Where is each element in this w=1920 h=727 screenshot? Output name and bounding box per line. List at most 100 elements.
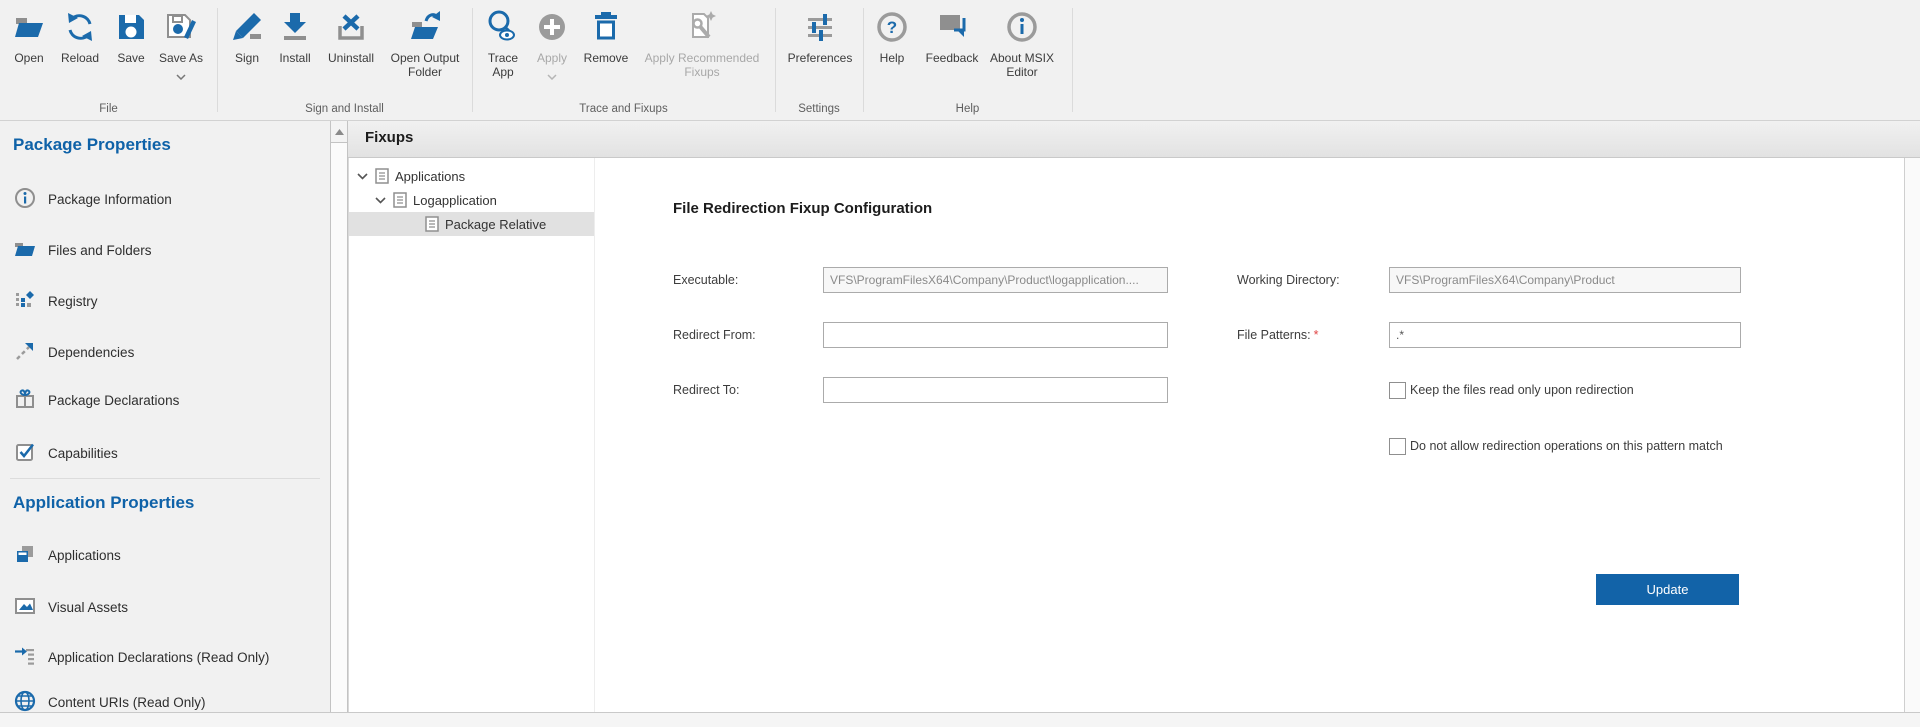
ribbon-separator — [217, 8, 218, 112]
sidebar-item-visual-assets[interactable]: Visual Assets — [14, 595, 128, 619]
keep-read-only-checkbox[interactable] — [1389, 382, 1406, 399]
ribbon-separator — [472, 8, 473, 112]
apply-recommended-fixups-label: Apply Recommended Fixups — [630, 51, 774, 79]
sign-pencil-icon — [229, 7, 265, 47]
help-question-icon: ? — [874, 7, 910, 47]
sidebar-item-application-declarations[interactable]: Application Declarations (Read Only) — [14, 645, 269, 669]
redirect-from-field[interactable] — [823, 322, 1168, 348]
application-properties-heading: Application Properties — [13, 493, 194, 513]
help-button[interactable]: ? Help — [871, 4, 913, 100]
executable-field[interactable] — [823, 267, 1168, 293]
fixups-panel-header: Fixups — [348, 121, 1920, 158]
uninstall-x-icon — [333, 7, 369, 47]
checked-box-icon — [14, 441, 36, 466]
sidebar-scrollbar[interactable] — [330, 121, 348, 712]
ribbon-separator — [863, 8, 864, 112]
remove-trash-icon — [588, 7, 624, 47]
sidebar-item-label: Content URIs (Read Only) — [48, 695, 206, 710]
preferences-button[interactable]: Preferences — [779, 4, 861, 100]
chevron-down-icon[interactable] — [357, 173, 368, 180]
save-label: Save — [117, 51, 144, 65]
sidebar-item-files-and-folders[interactable]: Files and Folders — [14, 238, 152, 262]
uninstall-button[interactable]: Uninstall — [322, 4, 380, 100]
sidebar-item-label: Files and Folders — [48, 243, 152, 258]
dependencies-arrow-icon — [14, 340, 36, 365]
remove-button[interactable]: Remove — [580, 4, 632, 100]
ribbon-separator — [1072, 8, 1073, 112]
apply-recommended-fixups-button[interactable]: Apply Recommended Fixups — [630, 4, 774, 100]
save-as-button[interactable]: Save As — [152, 4, 210, 100]
about-msix-editor-button[interactable]: About MSIX Editor — [981, 4, 1063, 100]
declarations-arrow-icon — [14, 645, 36, 670]
recommended-fixups-icon — [684, 7, 720, 47]
ribbon-group-settings: Settings — [775, 101, 863, 117]
tree-row-logapplication[interactable]: Logapplication — [349, 188, 594, 212]
sidebar-item-label: Visual Assets — [48, 600, 128, 615]
sidebar-item-label: Applications — [48, 548, 121, 563]
working-directory-field[interactable] — [1389, 267, 1741, 293]
sidebar-item-label: Registry — [48, 294, 98, 309]
chevron-down-icon[interactable] — [375, 197, 386, 204]
update-button[interactable]: Update — [1596, 574, 1739, 605]
tree-row-applications[interactable]: Applications — [349, 164, 594, 188]
sidebar-item-label: Dependencies — [48, 345, 134, 360]
required-asterisk: * — [1314, 328, 1319, 342]
sidebar-item-label: Package Information — [48, 192, 172, 207]
apply-plus-icon — [534, 7, 570, 47]
working-directory-label: Working Directory: — [1237, 267, 1340, 293]
apply-label: Apply — [537, 51, 567, 65]
apply-button[interactable]: Apply — [528, 4, 576, 100]
sidebar-item-package-declarations[interactable]: Package Declarations — [14, 388, 179, 412]
file-patterns-label: File Patterns:* — [1237, 322, 1319, 348]
document-icon — [425, 216, 439, 232]
no-redirect-checkbox[interactable] — [1389, 438, 1406, 455]
uninstall-label: Uninstall — [328, 51, 374, 65]
ribbon-separator — [775, 8, 776, 112]
open-button[interactable]: Open — [7, 4, 51, 100]
open-label: Open — [14, 51, 43, 65]
trace-app-button[interactable]: Trace App — [478, 4, 528, 100]
sidebar-item-capabilities[interactable]: Capabilities — [14, 441, 118, 465]
sign-button[interactable]: Sign — [225, 4, 269, 100]
scrollbar-up-arrow[interactable] — [331, 121, 347, 143]
open-output-folder-icon — [407, 7, 443, 47]
main-scrollbar-track[interactable] — [1904, 158, 1920, 712]
ribbon-group-file: File — [0, 101, 217, 117]
redirect-to-label: Redirect To: — [673, 377, 739, 403]
reload-button[interactable]: Reload — [56, 4, 104, 100]
sidebar-divider — [10, 478, 320, 479]
tree-node-label[interactable]: Applications — [395, 169, 465, 184]
save-button[interactable]: Save — [109, 4, 153, 100]
document-icon — [375, 168, 389, 184]
tree-node-label[interactable]: Logapplication — [413, 193, 497, 208]
sidebar-item-package-information[interactable]: Package Information — [14, 187, 172, 211]
tree-row-package-relative[interactable]: Package Relative — [349, 212, 594, 236]
status-bar — [0, 712, 1920, 727]
sidebar-item-dependencies[interactable]: Dependencies — [14, 340, 134, 364]
sidebar-item-applications[interactable]: Applications — [14, 543, 121, 567]
sidebar-item-content-uris[interactable]: Content URIs (Read Only) — [14, 690, 206, 712]
folder-icon — [14, 238, 36, 263]
fixups-panel-title: Fixups — [365, 129, 413, 146]
image-icon — [14, 595, 36, 620]
tree-node-label[interactable]: Package Relative — [445, 217, 546, 232]
file-patterns-field[interactable] — [1389, 322, 1741, 348]
preferences-sliders-icon — [802, 7, 838, 47]
install-button[interactable]: Install — [271, 4, 319, 100]
open-output-folder-button[interactable]: Open Output Folder — [379, 4, 471, 100]
open-folder-icon — [11, 7, 47, 47]
sidebar-item-label: Capabilities — [48, 446, 118, 461]
feedback-bubble-icon — [934, 7, 970, 47]
ribbon-group-help: Help — [863, 101, 1072, 117]
executable-label: Executable: — [673, 267, 738, 293]
sidebar-item-registry[interactable]: Registry — [14, 289, 98, 313]
redirect-from-label: Redirect From: — [673, 322, 756, 348]
save-icon — [113, 7, 149, 47]
feedback-button[interactable]: Feedback — [921, 4, 983, 100]
fixups-panel-content: Applications Logapplication Package Rela… — [348, 158, 1920, 712]
globe-icon — [14, 690, 36, 713]
navigation-sidebar: Package Properties Package Information F… — [0, 121, 330, 712]
redirect-to-field[interactable] — [823, 377, 1168, 403]
chevron-down-icon[interactable] — [176, 67, 186, 85]
config-title: File Redirection Fixup Configuration — [673, 200, 932, 217]
